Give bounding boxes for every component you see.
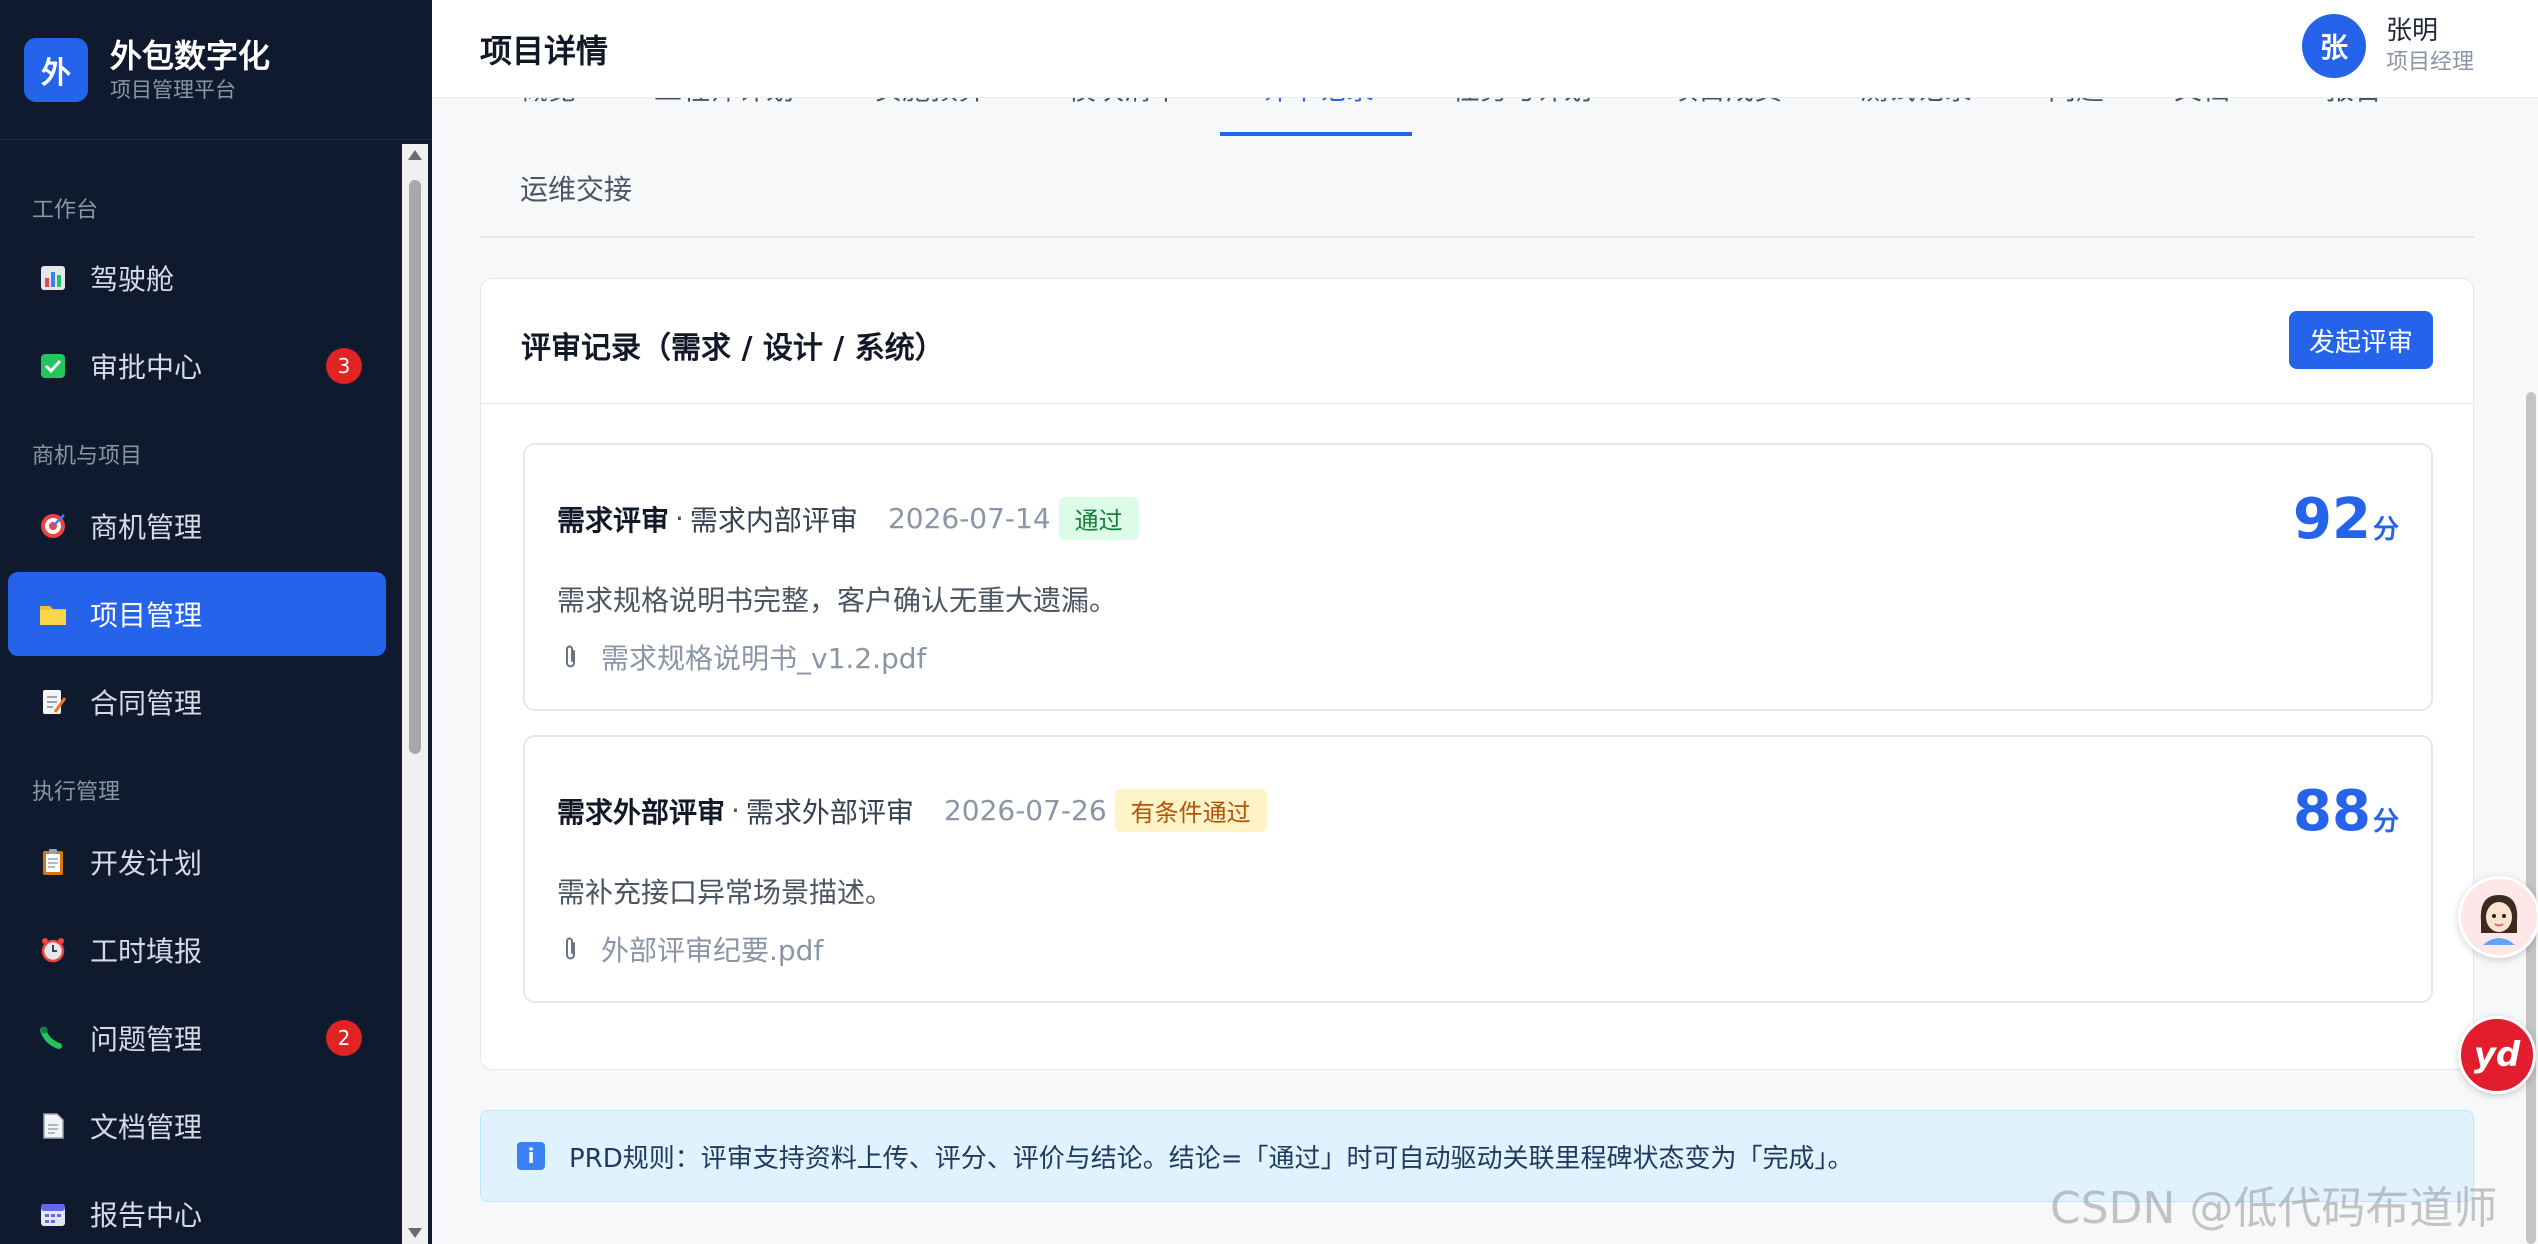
tab-active-indicator (1220, 132, 1412, 136)
calendar-icon (36, 1197, 70, 1231)
page-title: 项目详情 (480, 32, 609, 70)
attachment-name: 需求规格说明书_v1.2.pdf (601, 642, 927, 675)
memo-icon (36, 685, 70, 719)
tab-members[interactable]: 项目成员 (1670, 98, 1782, 108)
sidebar-item-label: 问题管理 (90, 1023, 203, 1056)
tab-review[interactable]: 评审记录 (1262, 98, 1374, 108)
tab-issues[interactable]: 问题 (2048, 98, 2104, 108)
status-badge: 有条件通过 (1114, 789, 1267, 832)
approval-count-badge: 3 (326, 348, 362, 384)
tab-budget[interactable]: 实施预算 (874, 98, 986, 108)
user-role: 项目经理 (2385, 50, 2474, 75)
tab-tests[interactable]: 测试记录 (1860, 98, 1972, 108)
tab-ops-handover[interactable]: 运维交接 (520, 168, 632, 208)
review-card: 评审记录（需求 / 设计 / 系统） 发起评审 需求评审 · 需求内部评审 20… (480, 278, 2474, 1070)
tab-docs[interactable]: 文档 (2174, 98, 2230, 108)
review-score: 92 分 (2293, 487, 2399, 552)
sidebar-item-timesheet[interactable]: 工时填报 (8, 908, 386, 992)
brand-logo: 外 (24, 37, 88, 102)
sidebar-item-label: 审批中心 (90, 351, 203, 384)
user-menu[interactable]: 张 张明 项目经理 (2301, 14, 2474, 78)
alert-text: PRD规则：评审支持资料上传、评分、评价与结论。结论=「通过」时可自动驱动关联里… (569, 1143, 1854, 1174)
clipboard-icon (36, 845, 70, 879)
paperclip-icon (557, 643, 585, 671)
sidebar: 外 外包数字化 项目管理平台 工作台 驾驶舱 审批中心 3 商机与项目 商机管理 (0, 0, 432, 1244)
review-name: 需求内部评审 (689, 503, 858, 537)
brand-title: 外包数字化 (110, 36, 271, 75)
sidebar-nav: 工作台 驾驶舱 审批中心 3 商机与项目 商机管理 项目管理 合同管理 执行管理… (0, 140, 400, 1244)
scroll-up-arrow-icon[interactable] (408, 150, 422, 160)
sidebar-item-label: 合同管理 (90, 687, 203, 720)
bug-icon (36, 1021, 70, 1055)
attachment-name: 外部评审纪要.pdf (601, 934, 824, 967)
card-title: 评审记录（需求 / 设计 / 系统） (521, 331, 945, 366)
review-type: 需求评审 (557, 503, 670, 537)
sidebar-item-issue[interactable]: 问题管理 2 (8, 996, 386, 1080)
status-badge: 通过 (1058, 497, 1139, 540)
assistant-avatar-icon[interactable] (2458, 876, 2538, 958)
sidebar-item-document[interactable]: 文档管理 (8, 1084, 386, 1168)
sidebar-item-approval[interactable]: 审批中心 3 (8, 324, 386, 408)
nav-section-biz: 商机与项目 (32, 444, 143, 469)
review-date: 2026-07-26 (943, 794, 1107, 827)
tab-overview[interactable]: 概览 (520, 98, 576, 108)
top-header: 项目详情 张 张明 项目经理 (432, 0, 2538, 98)
sidebar-item-dev-plan[interactable]: 开发计划 (8, 820, 386, 904)
project-tabs: 概览 工程师计划 实施预算 模块清单 评审记录 任务与计划 项目成员 测试记录 … (480, 98, 2474, 238)
target-icon (36, 509, 70, 543)
sidebar-item-label: 报告中心 (90, 1199, 203, 1232)
review-score: 88 分 (2293, 779, 2399, 844)
user-name: 张明 (2385, 16, 2438, 46)
sidebar-scroll-thumb[interactable] (409, 180, 421, 754)
review-description: 需补充接口异常场景描述。 (557, 876, 894, 909)
sidebar-item-label: 商机管理 (90, 511, 203, 544)
review-date: 2026-07-14 (887, 502, 1051, 535)
document-icon (36, 1109, 70, 1143)
tab-modules[interactable]: 模块清单 (1068, 98, 1180, 108)
tab-reports[interactable]: 报告 (2326, 98, 2382, 108)
main-scrollbar[interactable] (2526, 392, 2536, 1244)
attachment-link[interactable]: 外部评审纪要.pdf (557, 929, 823, 969)
alarm-clock-icon (36, 933, 70, 967)
info-icon: i (517, 1142, 545, 1170)
sidebar-item-opportunity[interactable]: 商机管理 (8, 484, 386, 568)
brand-subtitle: 项目管理平台 (110, 77, 236, 102)
watermark: CSDN @低代码布道师 (2050, 1183, 2498, 1234)
review-description: 需求规格说明书完整，客户确认无重大遗漏。 (557, 584, 1118, 617)
chart-icon (36, 261, 70, 295)
sidebar-item-project[interactable]: 项目管理 (8, 572, 386, 656)
avatar: 张 (2301, 14, 2366, 78)
brand: 外 外包数字化 项目管理平台 (0, 0, 432, 140)
sidebar-item-report[interactable]: 报告中心 (8, 1172, 386, 1244)
start-review-button[interactable]: 发起评审 (2289, 311, 2433, 369)
tab-tasks[interactable]: 任务与计划 (1452, 98, 1592, 108)
sidebar-item-cockpit[interactable]: 驾驶舱 (8, 236, 386, 320)
sidebar-item-label: 工时填报 (90, 935, 203, 968)
checkbox-icon (36, 349, 70, 383)
sidebar-item-label: 驾驶舱 (90, 263, 175, 296)
folder-icon (36, 597, 70, 631)
attachment-link[interactable]: 需求规格说明书_v1.2.pdf (557, 637, 926, 677)
issue-count-badge: 2 (326, 1020, 362, 1056)
nav-section-workbench: 工作台 (32, 198, 99, 223)
tab-engineer-plan[interactable]: 工程师计划 (654, 98, 794, 108)
nav-section-exec: 执行管理 (32, 780, 121, 805)
scroll-down-arrow-icon[interactable] (408, 1228, 422, 1238)
sidebar-item-label: 文档管理 (90, 1111, 203, 1144)
paperclip-icon (557, 935, 585, 963)
review-type: 需求外部评审 (557, 795, 726, 829)
yd-assistant-button[interactable]: yd (2458, 1016, 2536, 1094)
review-item[interactable]: 需求外部评审 · 需求外部评审 2026-07-26 有条件通过 需补充接口异常… (523, 735, 2433, 1003)
sidebar-scrollbar[interactable] (402, 144, 428, 1244)
review-name: 需求外部评审 (745, 795, 914, 829)
sidebar-item-label: 开发计划 (90, 847, 203, 880)
sidebar-item-label: 项目管理 (90, 599, 203, 632)
review-item[interactable]: 需求评审 · 需求内部评审 2026-07-14 通过 需求规格说明书完整，客户… (523, 443, 2433, 711)
sidebar-item-contract[interactable]: 合同管理 (8, 660, 386, 744)
